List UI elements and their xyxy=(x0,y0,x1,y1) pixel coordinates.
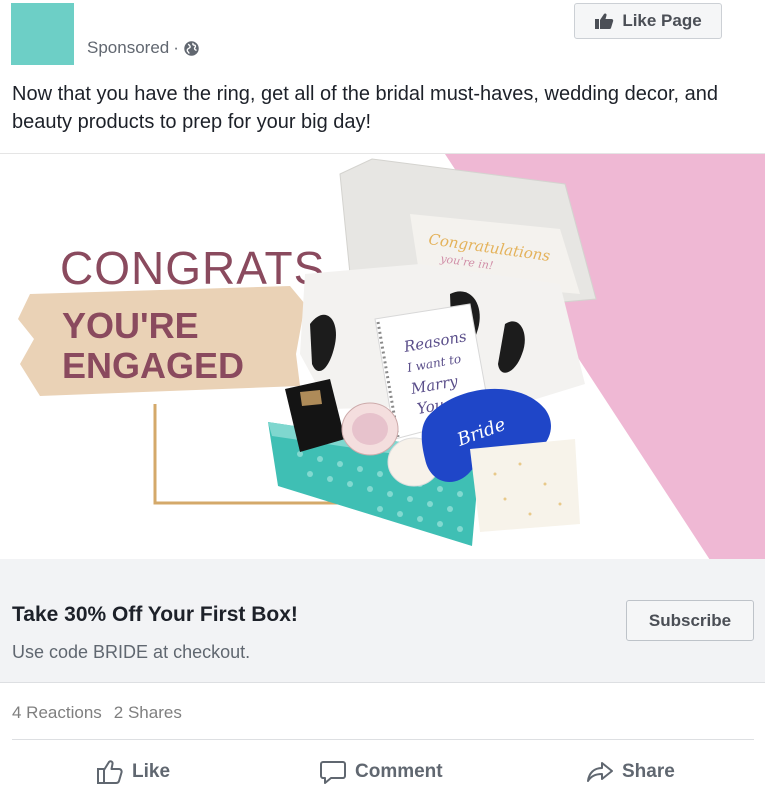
post-text: Now that you have the ring, get all of t… xyxy=(12,83,718,133)
share-label: Share xyxy=(622,761,675,782)
engagement-stats: 4 Reactions 2 Shares xyxy=(12,703,182,723)
ad-post-card: Sponsored · Like Page Now that you have … xyxy=(0,0,765,797)
headline-youre: YOU'RE xyxy=(62,305,199,346)
like-button[interactable]: Like xyxy=(96,755,170,789)
cta-title[interactable]: Take 30% Off Your First Box! xyxy=(12,603,298,627)
share-icon xyxy=(587,762,613,782)
share-button[interactable]: Share xyxy=(586,755,675,789)
comment-button[interactable]: Comment xyxy=(319,755,443,789)
page-avatar[interactable] xyxy=(11,3,74,65)
globe-icon xyxy=(184,40,199,56)
comment-label: Comment xyxy=(355,761,443,782)
headline-engaged: ENGAGED xyxy=(62,345,244,386)
sponsored-line: Sponsored · xyxy=(87,38,200,58)
beauty-jar-label xyxy=(352,413,388,445)
ad-illustration: CONGRATS, YOU'RE ENGAGED Congratulations… xyxy=(18,154,765,560)
subscribe-button[interactable]: Subscribe xyxy=(626,600,754,641)
pouch-tag xyxy=(300,390,322,406)
thumbs-up-icon xyxy=(595,13,614,29)
ad-image[interactable]: CONGRATS, YOU'RE ENGAGED Congratulations… xyxy=(0,153,765,560)
actions-divider xyxy=(12,739,754,740)
like-page-label: Like Page xyxy=(622,11,702,30)
confetti-card xyxy=(470,439,580,532)
like-icon xyxy=(97,760,123,784)
comment-icon xyxy=(320,761,346,784)
cta-subtitle: Use code BRIDE at checkout. xyxy=(12,642,251,662)
shares-count[interactable]: 2 Shares xyxy=(114,703,182,723)
reactions-count[interactable]: 4 Reactions xyxy=(12,703,102,723)
sponsored-label[interactable]: Sponsored xyxy=(87,38,169,58)
like-label: Like xyxy=(132,761,171,782)
separator: · xyxy=(173,38,179,57)
like-page-button[interactable]: Like Page xyxy=(574,3,722,39)
headline-congrats: CONGRATS, xyxy=(60,242,339,294)
